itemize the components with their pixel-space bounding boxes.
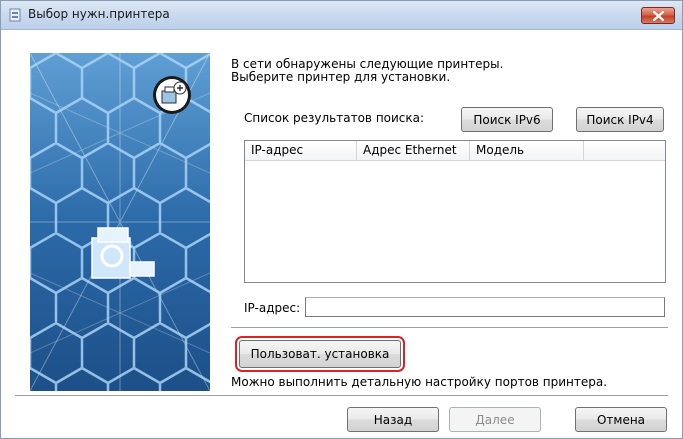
- column-ethernet-address[interactable]: Адрес Ethernet: [357, 141, 470, 160]
- printer-list[interactable]: IP-адрес Адрес Ethernet Модель: [244, 140, 666, 283]
- close-button[interactable]: [641, 7, 675, 24]
- cancel-button[interactable]: Отмена: [575, 407, 667, 432]
- printer-list-header: IP-адрес Адрес Ethernet Модель: [245, 141, 665, 161]
- printer-app-icon: [9, 8, 21, 22]
- ip-address-input[interactable]: [305, 297, 665, 317]
- search-ipv4-button[interactable]: Поиск IPv4: [576, 107, 664, 132]
- title-bar[interactable]: Выбор нужн.принтера: [1, 1, 682, 30]
- search-ipv6-button[interactable]: Поиск IPv6: [461, 107, 553, 132]
- ip-address-label: IP-адрес:: [244, 301, 301, 315]
- column-model[interactable]: Модель: [470, 141, 584, 160]
- footer-separator: [15, 395, 668, 397]
- custom-install-hint: Можно выполнить детальную настройку порт…: [231, 375, 608, 389]
- window-title: Выбор нужн.принтера: [28, 7, 170, 21]
- search-results-label: Список результатов поиска:: [244, 111, 425, 125]
- intro-text-line2: Выберите принтер для установки.: [231, 70, 451, 84]
- back-button[interactable]: Назад: [347, 407, 439, 432]
- printer-selection-dialog: Выбор нужн.принтера В сети обнаружены сл…: [0, 0, 683, 439]
- intro-text-line1: В сети обнаружены следующие принтеры.: [231, 57, 504, 71]
- wizard-side-image: [30, 53, 210, 391]
- column-ip-address[interactable]: IP-адрес: [245, 141, 357, 160]
- custom-install-button[interactable]: Пользоват. установка: [239, 340, 401, 368]
- content-separator: [231, 327, 668, 329]
- next-button[interactable]: Далее: [449, 407, 541, 432]
